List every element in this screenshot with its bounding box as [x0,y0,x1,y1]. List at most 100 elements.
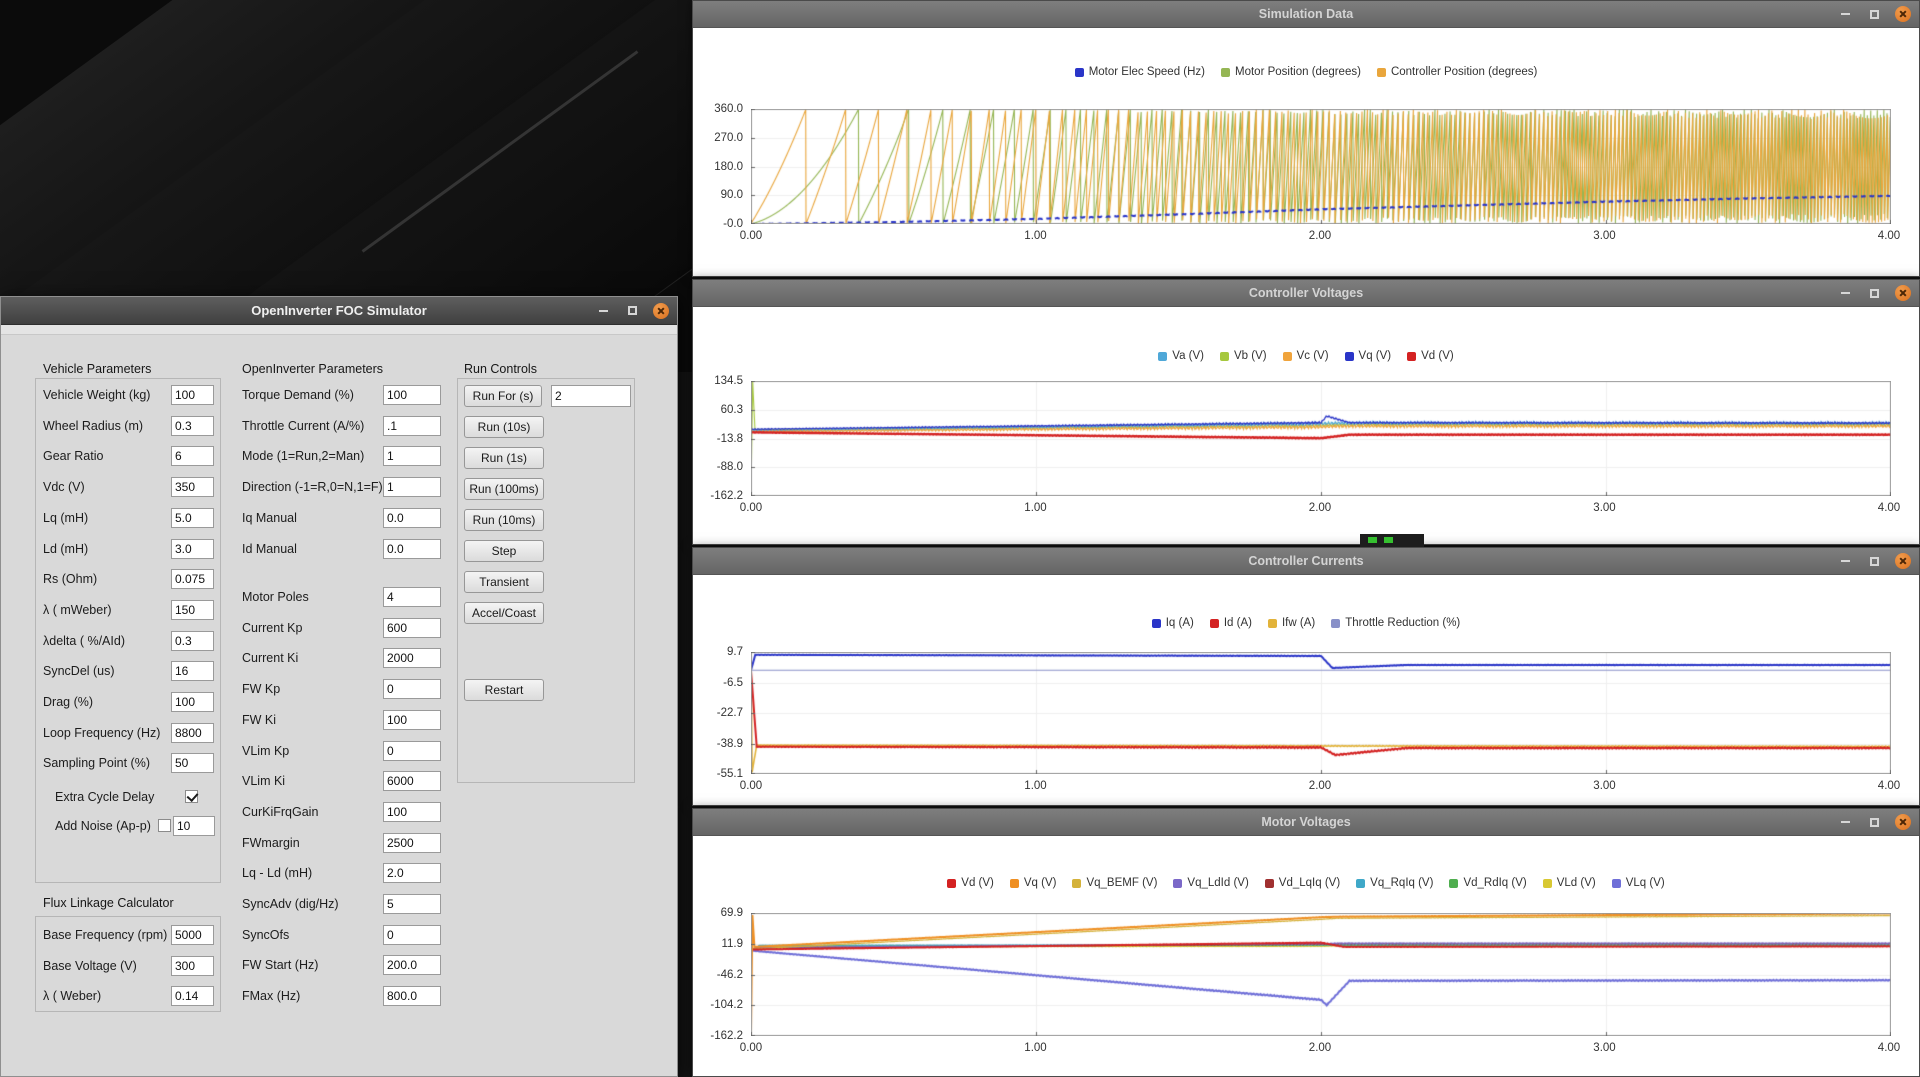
chart-body: Motor Elec Speed (Hz)Motor Position (deg… [693,28,1919,276]
accel-coast-button[interactable]: Accel/Coast [464,602,544,624]
param-input-base-voltage-v[interactable] [171,956,214,976]
add-noise-input[interactable] [173,816,215,836]
close-button[interactable] [1895,285,1911,301]
y-tick-label: -162.2 [710,1030,743,1042]
x-tick-label: 0.00 [740,780,762,792]
param-input-wheel-radius-m[interactable] [171,416,214,436]
run-1s-button[interactable]: Run (1s) [464,447,544,469]
param-input-lq-mh[interactable] [171,508,214,528]
param-input-curkifrqgain[interactable] [383,802,441,822]
param-input-ld-mh[interactable] [171,539,214,559]
param-input-current-kp[interactable] [383,618,441,638]
param-input-vlim-ki[interactable] [383,771,441,791]
param-input-fwmargin[interactable] [383,833,441,853]
run-100ms-button[interactable]: Run (100ms) [464,478,544,500]
chart-titlebar[interactable]: Controller Voltages [693,280,1919,307]
minimize-button[interactable] [1837,553,1853,569]
legend-swatch [1449,879,1458,888]
legend-item-id-a: Id (A) [1210,617,1252,629]
extra-cycle-delay-checkbox[interactable] [185,790,198,803]
param-input-weber[interactable] [171,986,214,1006]
param-label-lq-mh: Lq (mH) [43,511,88,525]
param-input-lq-ld-mh[interactable] [383,863,441,883]
chart-titlebar[interactable]: Controller Currents [693,548,1919,575]
close-button[interactable] [1895,814,1911,830]
param-row: Wheel Radius (m) [43,416,216,438]
chart-titlebar[interactable]: Motor Voltages [693,809,1919,836]
restore-button[interactable] [624,303,640,319]
param-input-delta-aid[interactable] [171,631,214,651]
param-input-fw-kp[interactable] [383,679,441,699]
minimize-button[interactable] [1837,6,1853,22]
window-controls [1837,809,1911,835]
step-button[interactable]: Step [464,540,544,562]
close-button[interactable] [1895,6,1911,22]
x-tick-label: 4.00 [1878,780,1900,792]
chart-titlebar[interactable]: Simulation Data [693,1,1919,28]
param-input-gear-ratio[interactable] [171,446,214,466]
restore-button[interactable] [1866,814,1882,830]
param-label-syncdel-us: SyncDel (us) [43,664,115,678]
param-input-throttle-current-a[interactable] [383,416,441,436]
minimize-button[interactable] [595,303,611,319]
param-row: λ ( Weber) [43,986,216,1008]
param-input-syncadv-dig-hz[interactable] [383,894,441,914]
param-input-base-frequency-rpm[interactable] [171,925,214,945]
restart-button[interactable]: Restart [464,679,544,701]
minimize-button[interactable] [1837,814,1853,830]
run-button-row: Accel/Coast [464,602,554,624]
legend-swatch [1356,879,1365,888]
run-for-button[interactable]: Run For (s) [464,385,542,407]
param-input-torque-demand[interactable] [383,385,441,405]
chart-window-controller-voltages: Controller VoltagesVa (V)Vb (V)Vc (V)Vq … [692,279,1920,545]
param-input-syncofs[interactable] [383,925,441,945]
param-input-fw-start-hz[interactable] [383,955,441,975]
foc-window-titlebar[interactable]: OpenInverter FOC Simulator [1,297,677,325]
param-input-syncdel-us[interactable] [171,661,214,681]
y-tick-label: 134.5 [714,375,743,387]
extra-cycle-delay-row: Extra Cycle Delay [55,787,221,809]
param-input-vehicle-weight-kg[interactable] [171,385,214,405]
param-input-mweber[interactable] [171,600,214,620]
flux-calculator-header: Flux Linkage Calculator [43,896,174,910]
param-input-vlim-kp[interactable] [383,741,441,761]
background-artifact [1384,537,1393,543]
legend-label: Vd_LqIq (V) [1279,877,1340,889]
param-row: Lq (mH) [43,508,216,530]
param-row: FW Kp [242,679,443,701]
restore-button[interactable] [1866,6,1882,22]
x-tick-label: 4.00 [1878,502,1900,514]
restore-button[interactable] [1866,553,1882,569]
param-input-drag[interactable] [171,692,214,712]
param-label-vlim-ki: VLim Ki [242,774,285,788]
run-10ms-button[interactable]: Run (10ms) [464,509,544,531]
param-input-current-ki[interactable] [383,648,441,668]
close-button[interactable] [1895,553,1911,569]
param-input-direction-1-r-0-n-1-f[interactable] [383,477,441,497]
param-input-loop-frequency-hz[interactable] [171,723,214,743]
param-label-vehicle-weight-kg: Vehicle Weight (kg) [43,388,150,402]
param-input-id-manual[interactable] [383,539,441,559]
background-window-sliver [1360,534,1424,547]
legend-item-vd-v: Vd (V) [1407,350,1454,362]
legend-label: Vb (V) [1234,350,1267,362]
param-input-fw-ki[interactable] [383,710,441,730]
param-input-motor-poles[interactable] [383,587,441,607]
transient-button[interactable]: Transient [464,571,544,593]
param-input-iq-manual[interactable] [383,508,441,528]
close-button[interactable] [653,303,669,319]
add-noise-checkbox[interactable] [158,819,171,832]
param-input-sampling-point[interactable] [171,753,214,773]
run-10s-button[interactable]: Run (10s) [464,416,544,438]
param-input-mode-1-run-2-man[interactable] [383,446,441,466]
restore-button[interactable] [1866,285,1882,301]
param-input-fmax-hz[interactable] [383,986,441,1006]
legend-swatch [1543,879,1552,888]
x-tick-label: 1.00 [1024,230,1046,242]
param-input-rs-ohm[interactable] [171,569,214,589]
minimize-button[interactable] [1837,285,1853,301]
param-input-vdc-v[interactable] [171,477,214,497]
run-for-seconds-input[interactable] [551,385,631,407]
plot-area [751,652,1889,774]
param-label-syncadv-dig-hz: SyncAdv (dig/Hz) [242,897,339,911]
